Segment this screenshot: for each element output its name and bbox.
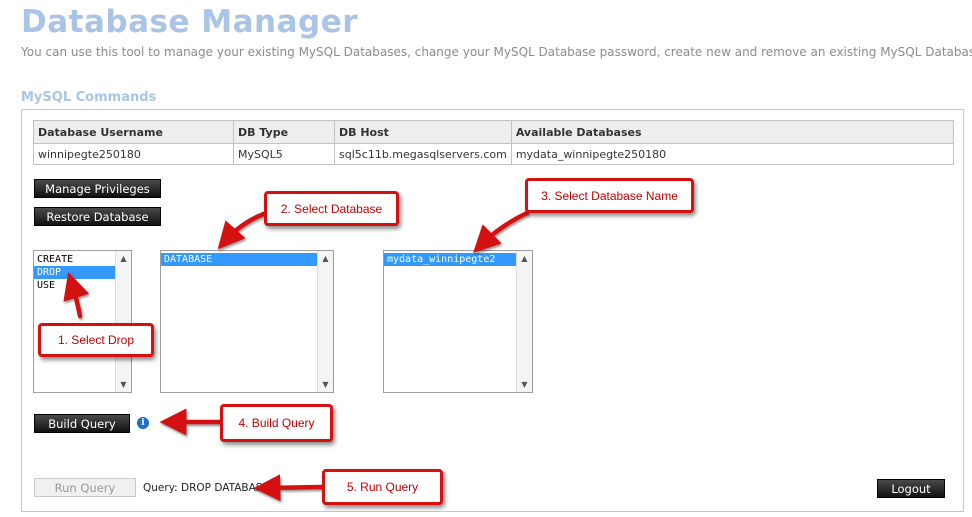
scroll-up-icon[interactable]: ▲ [318, 251, 333, 266]
page-subtitle: You can use this tool to manage your exi… [21, 45, 972, 59]
page-title: Database Manager [21, 4, 359, 40]
info-icon[interactable]: i [137, 417, 149, 429]
header-db-type: DB Type [233, 120, 335, 144]
target-listbox[interactable]: DATABASE ▲ ▼ [160, 250, 334, 393]
table-row: winnipegte250180 MySQL5 sql5c11b.megasql… [33, 143, 955, 165]
scroll-up-icon[interactable]: ▲ [517, 251, 532, 266]
header-available-databases: Available Databases [510, 120, 955, 144]
restore-database-button[interactable]: Restore Database [34, 207, 161, 226]
manage-privileges-button[interactable]: Manage Privileges [34, 179, 161, 198]
run-query-button[interactable]: Run Query [34, 478, 136, 497]
command-list-scrollbar[interactable]: ▲ ▼ [115, 251, 131, 392]
logout-button[interactable]: Logout [877, 479, 945, 498]
database-list-scrollbar[interactable]: ▲ ▼ [516, 251, 532, 392]
header-db-host: DB Host [334, 120, 512, 144]
cell-database-username: winnipegte250180 [33, 143, 234, 165]
callout-select-database: 2. Select Database [264, 191, 399, 226]
mysql-commands-panel: Database Username DB Type DB Host Availa… [21, 109, 964, 512]
section-title: MySQL Commands [21, 90, 157, 105]
command-listbox[interactable]: CREATE DROP USE ▲ ▼ [33, 250, 132, 393]
database-listbox[interactable]: mydata_winnipegte2 ▲ ▼ [383, 250, 533, 393]
cell-db-type: MySQL5 [233, 143, 335, 165]
cell-db-host: sql5c11b.megasqlservers.com [334, 143, 512, 165]
cell-available-databases: mydata_winnipegte250180 [510, 143, 955, 165]
callout-build-query: 4. Build Query [220, 404, 333, 442]
scroll-down-icon[interactable]: ▼ [517, 377, 532, 392]
scroll-down-icon[interactable]: ▼ [116, 377, 131, 392]
list-item[interactable]: mydata_winnipegte2 [384, 253, 517, 266]
build-query-button[interactable]: Build Query [34, 414, 130, 433]
database-info-table: Database Username DB Type DB Host Availa… [33, 120, 955, 165]
query-preview: Query: DROP DATABASE [143, 482, 270, 494]
list-item[interactable]: DATABASE [161, 253, 318, 266]
scroll-down-icon[interactable]: ▼ [318, 377, 333, 392]
callout-select-drop: 1. Select Drop [38, 323, 154, 357]
callout-run-query: 5. Run Query [322, 469, 443, 505]
target-list-scrollbar[interactable]: ▲ ▼ [317, 251, 333, 392]
callout-select-database-name: 3. Select Database Name [525, 178, 694, 213]
header-database-username: Database Username [33, 120, 234, 144]
table-header-row: Database Username DB Type DB Host Availa… [33, 120, 955, 144]
scroll-up-icon[interactable]: ▲ [116, 251, 131, 266]
